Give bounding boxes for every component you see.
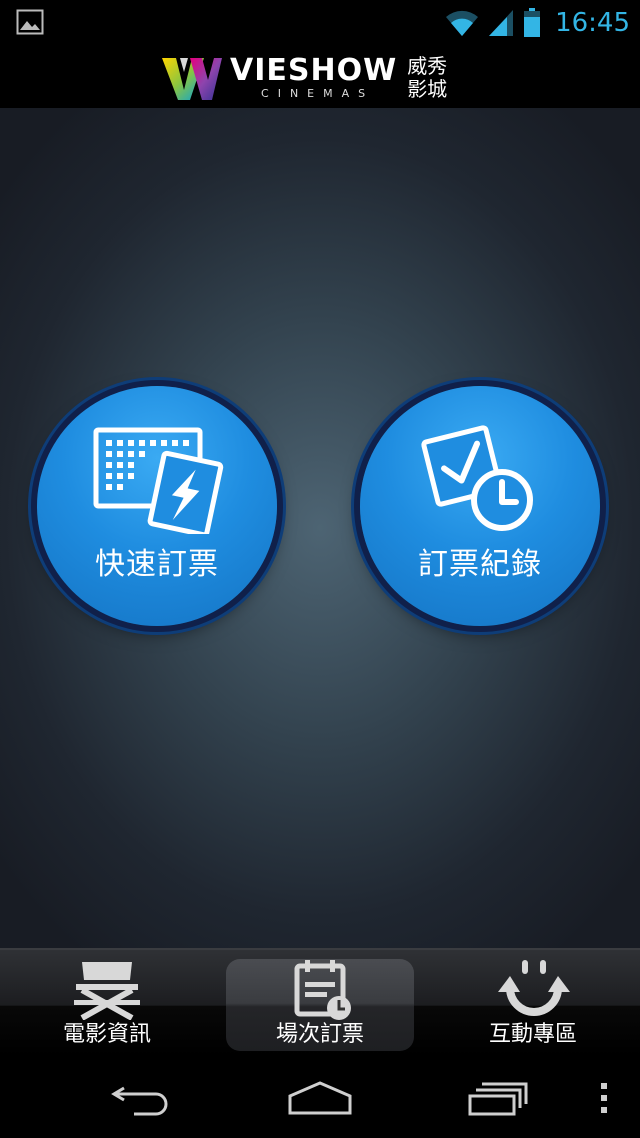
menu-button[interactable] <box>592 1076 616 1120</box>
ticket-history-label: 訂票紀錄 <box>418 547 542 582</box>
status-time: 16:45 <box>555 8 630 38</box>
screen: 16:45 VIESHOW CINEMAS 威秀影城 快速訂票 訂票紀錄 電影資… <box>0 0 640 1138</box>
app-header: VIESHOW CINEMAS 威秀影城 <box>0 46 640 108</box>
ticket-history-icon <box>421 425 533 531</box>
main-area: 快速訂票 訂票紀錄 <box>0 108 640 948</box>
quick-ticket-label: 快速訂票 <box>95 547 219 582</box>
quick-ticket-button[interactable]: 快速訂票 <box>37 386 277 626</box>
system-nav-bar <box>0 1054 640 1138</box>
status-icons: 16:45 <box>445 4 630 42</box>
tab-interactive-zone-label: 互動專區 <box>488 1022 577 1047</box>
wifi-icon <box>446 10 479 37</box>
status-bar: 16:45 <box>0 0 640 46</box>
back-icon <box>111 1086 168 1116</box>
vieshow-logo-mark <box>162 58 222 100</box>
menu-icon <box>601 1083 607 1113</box>
logo-sub: CINEMAS <box>261 87 375 100</box>
bottom-tab-bar: 電影資訊 場次訂票 互動專區 <box>0 948 640 1056</box>
logo-cn: 威秀影城 <box>407 54 448 101</box>
tab-movie-info[interactable]: 電影資訊 <box>12 950 202 1056</box>
smile-arrows-icon <box>498 960 570 1016</box>
tab-session-booking[interactable]: 場次訂票 <box>225 950 415 1056</box>
home-button[interactable] <box>280 1076 360 1120</box>
home-icon <box>288 1081 352 1115</box>
recent-apps-button[interactable] <box>458 1076 538 1120</box>
logo-brand: VIESHOW <box>230 53 398 88</box>
vieshow-logo: VIESHOW CINEMAS 威秀影城 <box>160 50 461 106</box>
signal-icon <box>489 10 514 36</box>
tab-interactive-zone[interactable]: 互動專區 <box>438 950 628 1056</box>
quick-ticket-icon <box>93 427 224 534</box>
calendar-clock-icon <box>294 960 351 1020</box>
director-chair-icon <box>74 962 140 1020</box>
back-button[interactable] <box>102 1076 182 1120</box>
battery-icon <box>524 8 541 37</box>
logo-text: VIESHOW CINEMAS <box>230 55 397 101</box>
tab-session-booking-label: 場次訂票 <box>275 1022 364 1047</box>
ticket-history-button[interactable]: 訂票紀錄 <box>360 386 600 626</box>
recent-apps-icon <box>468 1082 528 1116</box>
gallery-icon <box>16 9 44 35</box>
tab-movie-info-label: 電影資訊 <box>62 1022 151 1047</box>
